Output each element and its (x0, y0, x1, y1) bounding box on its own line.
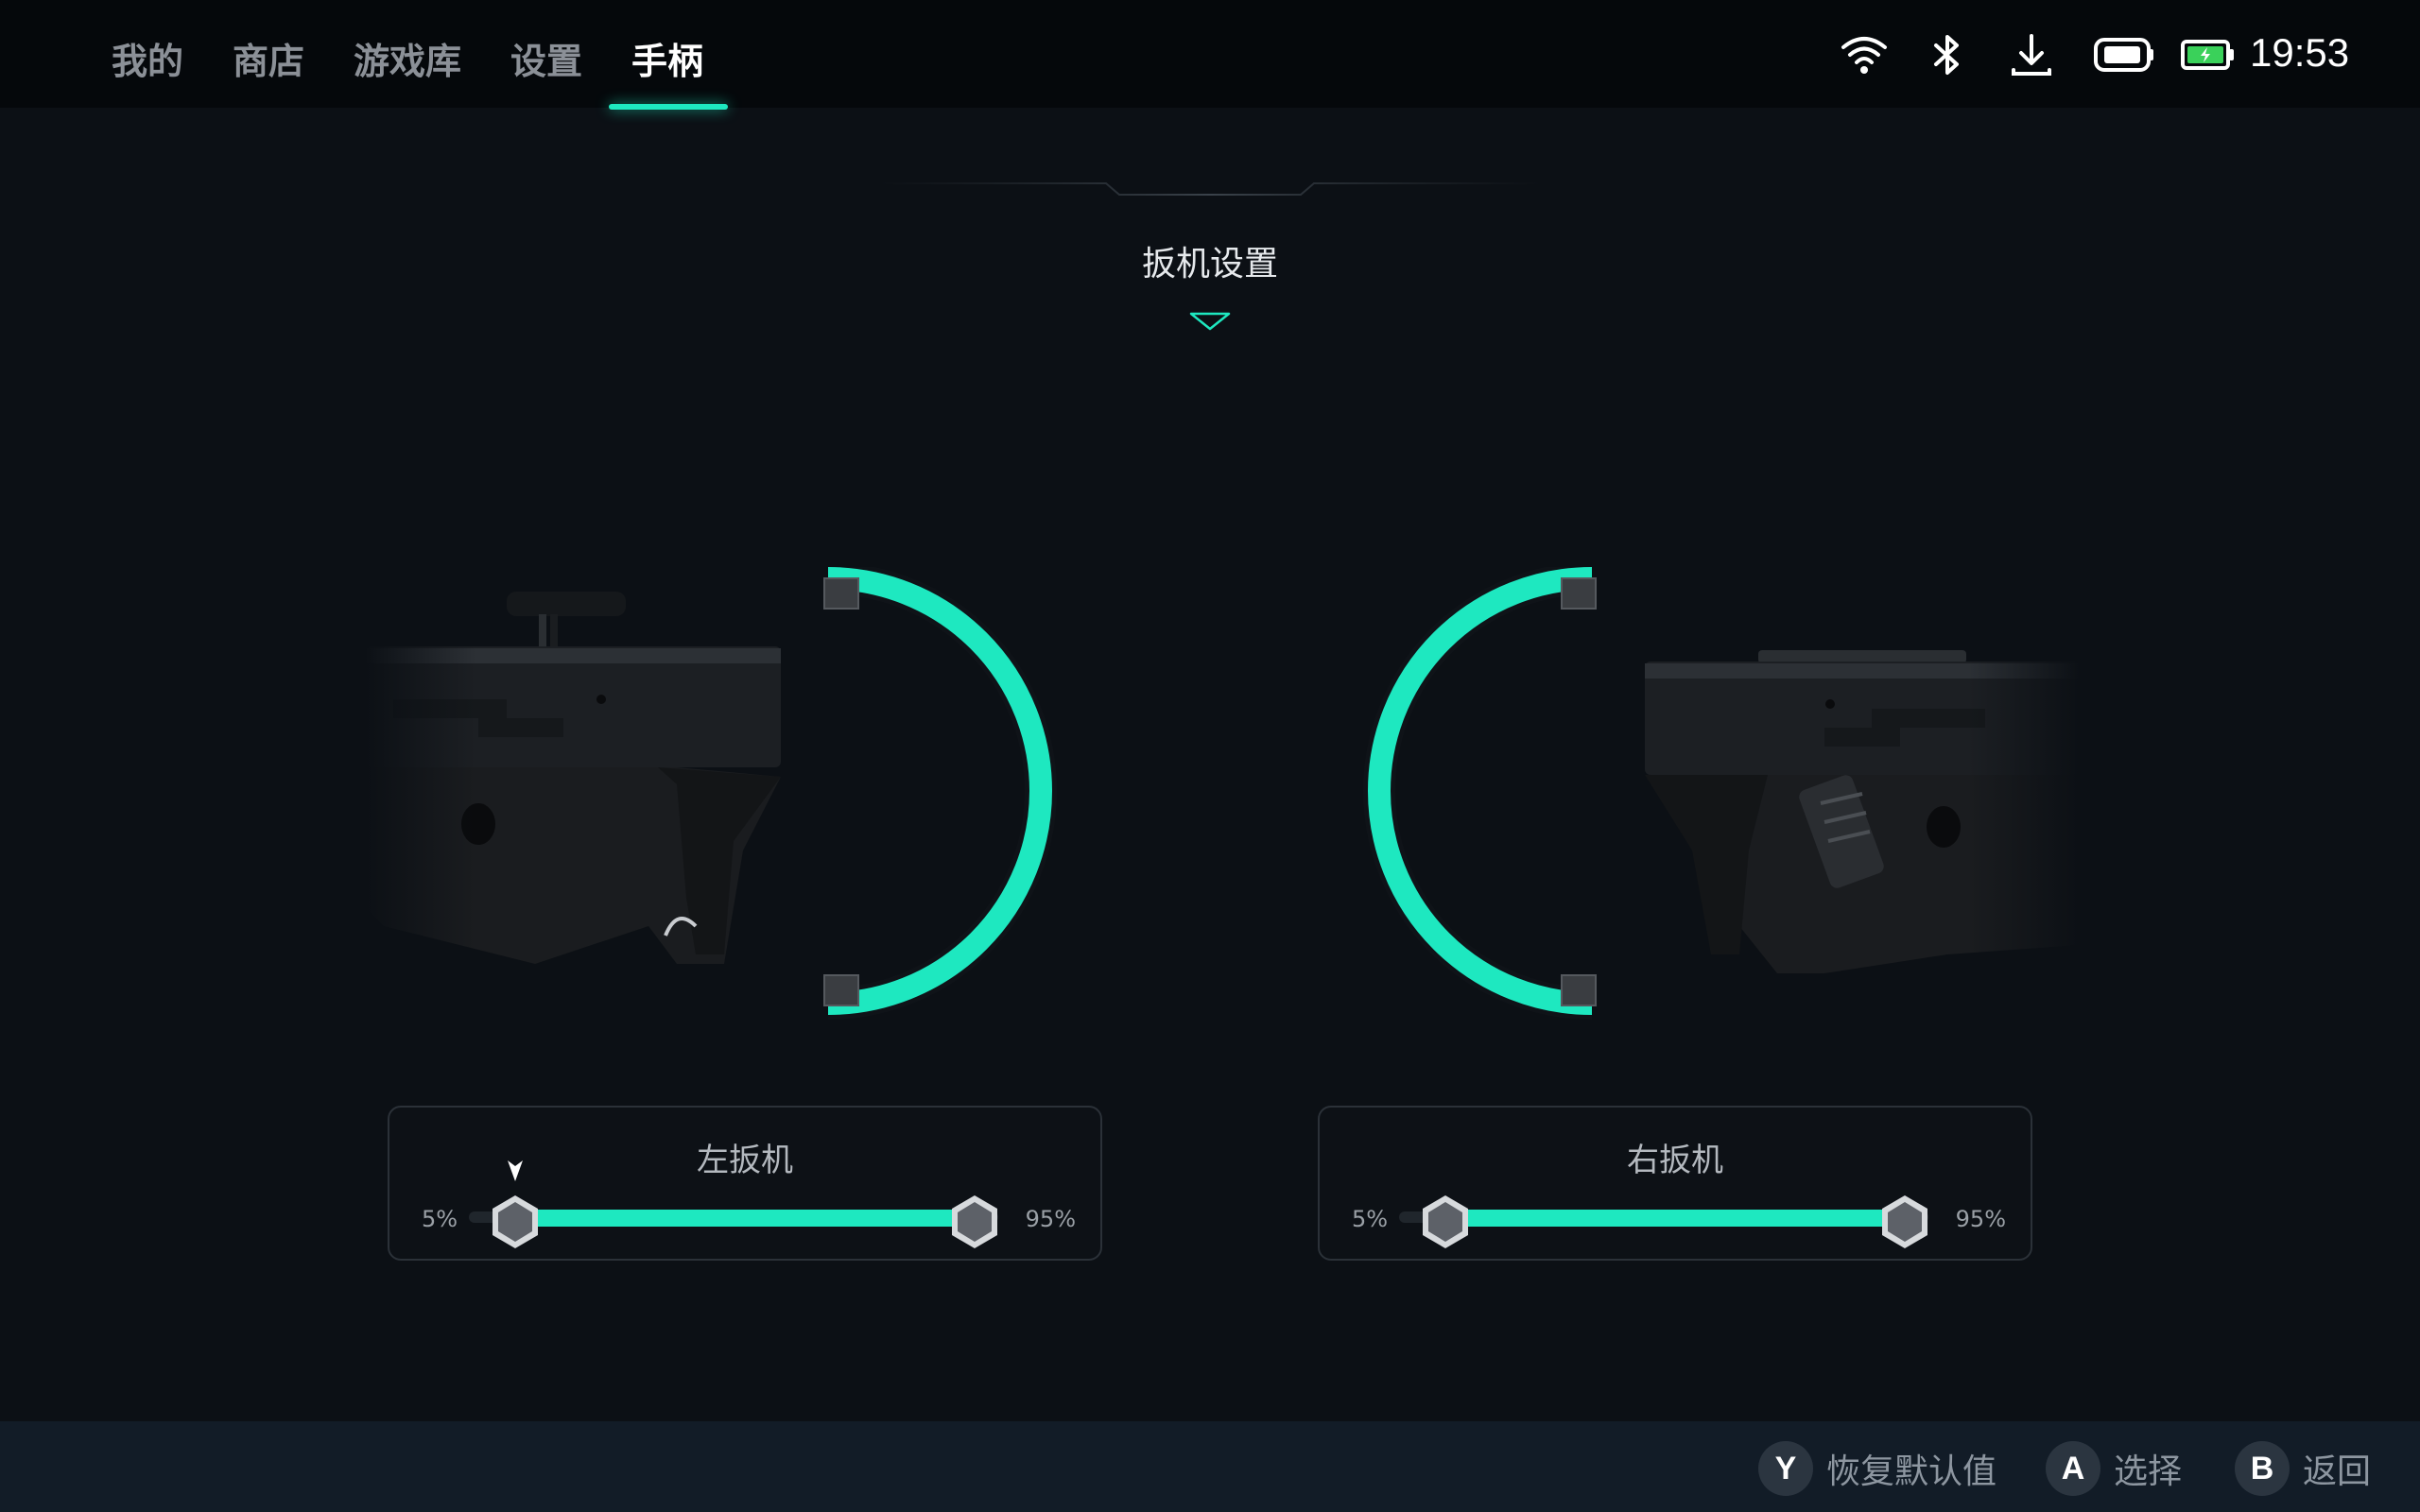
download-icon (2006, 28, 2057, 81)
hint-select[interactable]: A 选择 (2046, 1441, 2183, 1496)
left-trigger-max-handle[interactable] (945, 1193, 1004, 1251)
right-controller-image (1635, 567, 2080, 983)
right-trigger-max-label: 95% (1955, 1206, 2006, 1232)
b-button-icon: B (2235, 1441, 2290, 1496)
tab-controller[interactable]: 手柄 (631, 32, 703, 84)
hint-back[interactable]: B 返回 (2235, 1441, 2372, 1496)
right-trigger-title: 右扳机 (1627, 1142, 1723, 1179)
tab-store[interactable]: 商店 (233, 32, 304, 84)
left-trigger-range-fill (514, 1210, 959, 1227)
wifi-icon (1838, 28, 1891, 81)
left-controller-image (365, 567, 809, 983)
right-trigger-min-handle[interactable] (1416, 1193, 1475, 1251)
active-tab-indicator (609, 104, 728, 110)
right-trigger-panel: 右扳机 5% 95% (1318, 1106, 2032, 1261)
chevron-down-icon (1189, 312, 1231, 331)
bluetooth-icon (1925, 28, 1970, 81)
left-trigger-panel: 左扳机 5% 95% (388, 1106, 1102, 1261)
tab-settings[interactable]: 设置 (510, 32, 582, 84)
selection-pointer-icon (508, 1160, 523, 1181)
left-trigger-arc (823, 567, 1057, 1020)
hint-label: 返回 (2303, 1452, 2372, 1491)
section-title: 扳机设置 (1141, 245, 1278, 284)
y-button-icon: Y (1758, 1441, 1813, 1496)
a-button-icon: A (2046, 1441, 2100, 1496)
button-hint-bar: Y 恢复默认值 A 选择 B 返回 (0, 1421, 2420, 1512)
left-trigger-min-handle[interactable] (486, 1193, 544, 1251)
clock: 19:53 (2250, 30, 2350, 75)
left-trigger-min-label: 5% (422, 1206, 458, 1232)
controller-battery-icon (2093, 28, 2155, 81)
hint-restore-default[interactable]: Y 恢复默认值 (1758, 1441, 1997, 1496)
left-trigger-max-label: 95% (1025, 1206, 1076, 1232)
hint-label: 选择 (2114, 1452, 2183, 1491)
tab-game-library[interactable]: 游戏库 (354, 32, 461, 84)
right-trigger-range-fill (1444, 1210, 1889, 1227)
left-trigger-title: 左扳机 (697, 1142, 793, 1179)
right-trigger-min-label: 5% (1352, 1206, 1389, 1232)
right-trigger-max-handle[interactable] (1876, 1193, 1934, 1251)
hint-label: 恢复默认值 (1826, 1452, 1997, 1491)
right-trigger-arc (1363, 567, 1597, 1020)
tab-mine[interactable]: 我的 (112, 32, 183, 84)
battery-charging-icon (2180, 28, 2237, 81)
top-navigation-bar: 我的 商店 游戏库 设置 手柄 19:53 (0, 0, 2420, 110)
